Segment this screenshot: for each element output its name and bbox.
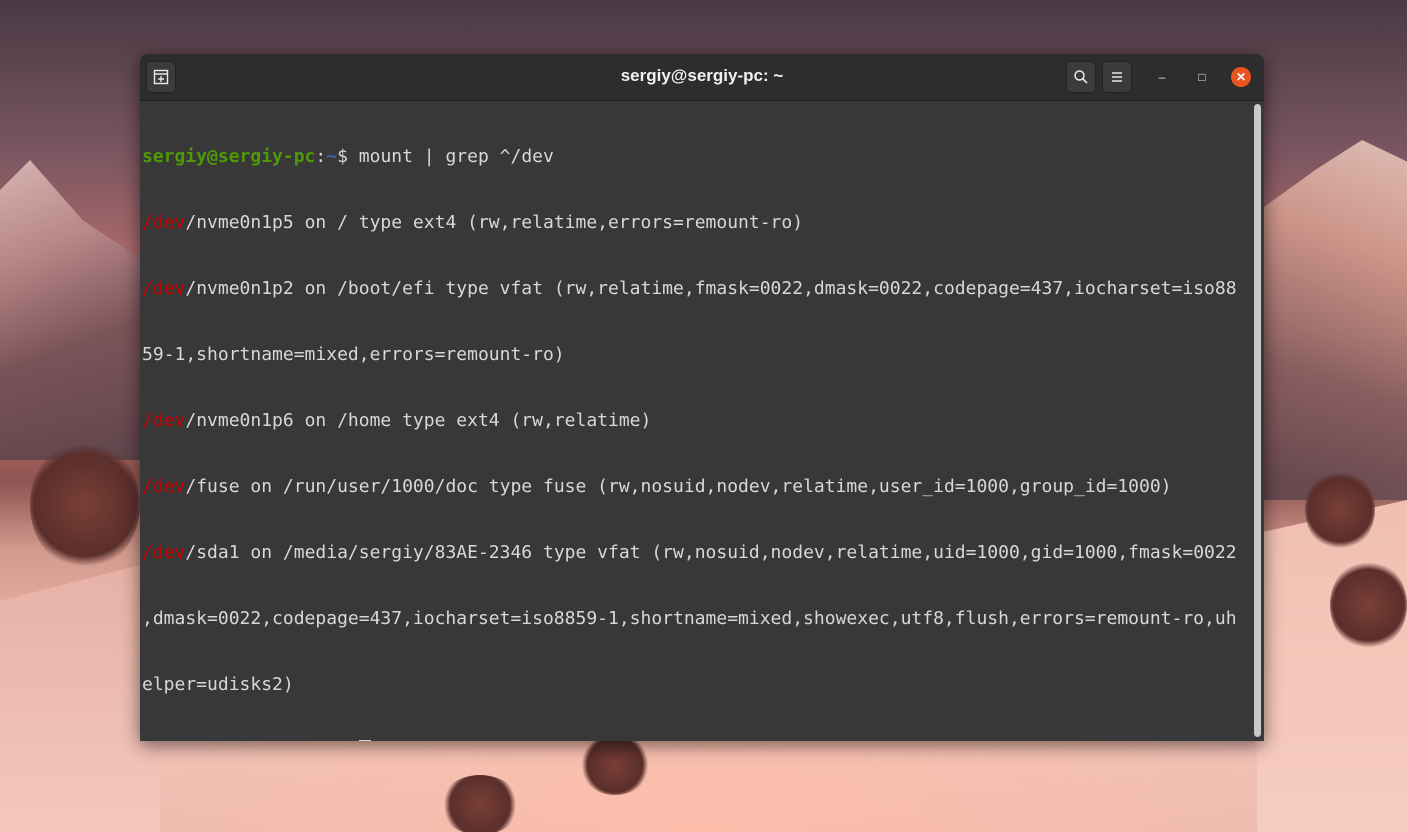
output-line: /dev/nvme0n1p2 on /boot/efi type vfat (r… [142, 278, 1250, 300]
prompt-path: ~ [326, 146, 338, 167]
output-text: /sda1 on /media/sergiy/83AE-2346 type vf… [185, 542, 1237, 563]
background-tree [440, 775, 520, 832]
prompt-separator: : [315, 146, 327, 167]
grep-match: /dev [142, 278, 186, 299]
terminal-output[interactable]: sergiy@sergiy-pc:~$ mount | grep ^/dev /… [142, 102, 1250, 741]
grep-match: /dev [142, 410, 186, 431]
prompt-line[interactable]: sergiy@sergiy-pc:~$ [142, 740, 1250, 741]
output-line: /dev/sda1 on /media/sergiy/83AE-2346 typ… [142, 542, 1250, 564]
background-mountain-right [1257, 140, 1407, 500]
output-line: /dev/nvme0n1p5 on / type ext4 (rw,relati… [142, 212, 1250, 234]
output-text: elper=udisks2) [142, 674, 294, 695]
minimize-button[interactable]: – [1153, 68, 1171, 86]
output-text: /nvme0n1p6 on /home type ext4 (rw,relati… [185, 410, 652, 431]
text-cursor[interactable] [358, 740, 371, 741]
terminal-window[interactable]: sergiy@sergiy-pc: ~ – □ ✕ sergiy@sergiy-… [140, 54, 1264, 741]
grep-match: /dev [142, 542, 186, 563]
background-snow-right [1257, 500, 1407, 832]
title-bar[interactable]: sergiy@sergiy-pc: ~ – □ ✕ [140, 54, 1264, 101]
command-text: mount | grep ^/dev [358, 146, 554, 167]
prompt-user-host: sergiy@sergiy-pc [142, 146, 316, 167]
background-mountain-left [0, 160, 150, 460]
background-tree [580, 735, 650, 795]
output-text: ,dmask=0022,codepage=437,iocharset=iso88… [142, 608, 1237, 629]
hamburger-menu-icon [1112, 72, 1122, 82]
scrollbar-thumb[interactable] [1254, 104, 1261, 737]
output-line: elper=udisks2) [142, 674, 1250, 696]
grep-match: /dev [142, 476, 186, 497]
minimize-icon: – [1158, 70, 1166, 84]
close-icon: ✕ [1235, 70, 1247, 84]
output-line: 59-1,shortname=mixed,errors=remount-ro) [142, 344, 1250, 366]
command-line: sergiy@sergiy-pc:~$ mount | grep ^/dev [142, 146, 1250, 168]
maximize-button[interactable]: □ [1193, 68, 1211, 86]
background-tree [1330, 560, 1407, 650]
output-line: /dev/fuse on /run/user/1000/doc type fus… [142, 476, 1250, 498]
scrollbar[interactable] [1254, 104, 1261, 737]
output-text: /fuse on /run/user/1000/doc type fuse (r… [185, 476, 1172, 497]
search-icon [1074, 70, 1088, 84]
background-snow-left [0, 560, 160, 832]
output-text: /nvme0n1p2 on /boot/efi type vfat (rw,re… [185, 278, 1237, 299]
grep-match: /dev [142, 212, 186, 233]
output-text: 59-1,shortname=mixed,errors=remount-ro) [142, 344, 565, 365]
output-line: /dev/nvme0n1p6 on /home type ext4 (rw,re… [142, 410, 1250, 432]
background-tree [1305, 470, 1375, 550]
close-button[interactable]: ✕ [1231, 67, 1251, 87]
output-text: /nvme0n1p5 on / type ext4 (rw,relatime,e… [185, 212, 804, 233]
background-tree [30, 440, 140, 570]
output-line: ,dmask=0022,codepage=437,iocharset=iso88… [142, 608, 1250, 630]
search-button[interactable] [1066, 61, 1096, 93]
prompt-dollar: $ [337, 146, 359, 167]
menu-button[interactable] [1102, 61, 1132, 93]
maximize-icon: □ [1198, 70, 1206, 84]
